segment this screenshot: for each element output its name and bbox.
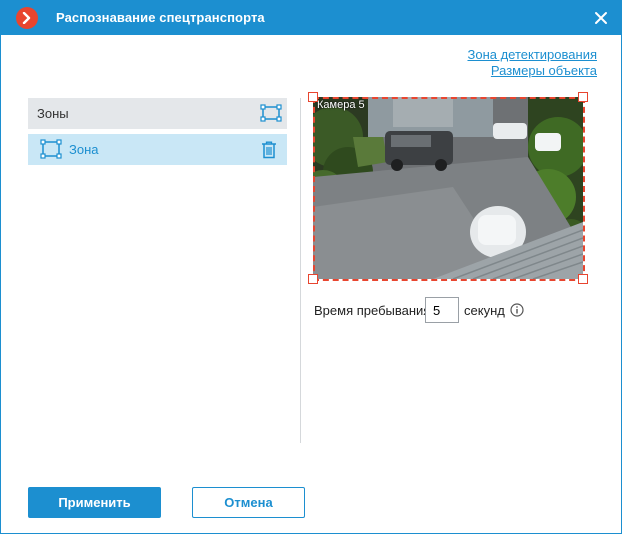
detection-zone-link[interactable]: Зона детектирования [467,47,597,62]
zone-handle-bottom-left[interactable] [308,274,318,284]
info-icon[interactable] [510,303,524,317]
window-title: Распознавание спецтранспорта [56,10,265,25]
trash-icon[interactable] [261,141,277,159]
zones-header-label: Зоны [37,106,69,121]
add-zone-button[interactable] [260,104,282,122]
column-divider [300,98,301,443]
close-icon[interactable] [593,10,609,26]
title-bar: Распознавание спецтранспорта [1,1,621,35]
apply-button[interactable]: Применить [28,487,161,518]
zone-frame-icon [40,139,62,159]
dwell-time-unit: секунд [464,303,505,318]
zone-handle-bottom-right[interactable] [578,274,588,284]
zone-list-item[interactable]: Зона [28,134,287,165]
dwell-time-input[interactable] [425,297,459,323]
dialog-window: Распознавание спецтранспорта Зона детект… [0,0,622,534]
camera-snapshot [313,97,583,279]
app-logo-icon [16,7,38,29]
cancel-button[interactable]: Отмена [192,487,305,518]
zones-header: Зоны [28,98,287,129]
object-size-link[interactable]: Размеры объекта [491,63,597,78]
camera-label: Камера 5 [317,99,365,111]
zone-item-label: Зона [69,142,99,157]
camera-preview[interactable]: Камера 5 [313,97,583,279]
zone-handle-top-left[interactable] [308,92,318,102]
zone-frame-icon [260,104,282,122]
dwell-time-label: Время пребывания [314,303,431,318]
zone-handle-top-right[interactable] [578,92,588,102]
